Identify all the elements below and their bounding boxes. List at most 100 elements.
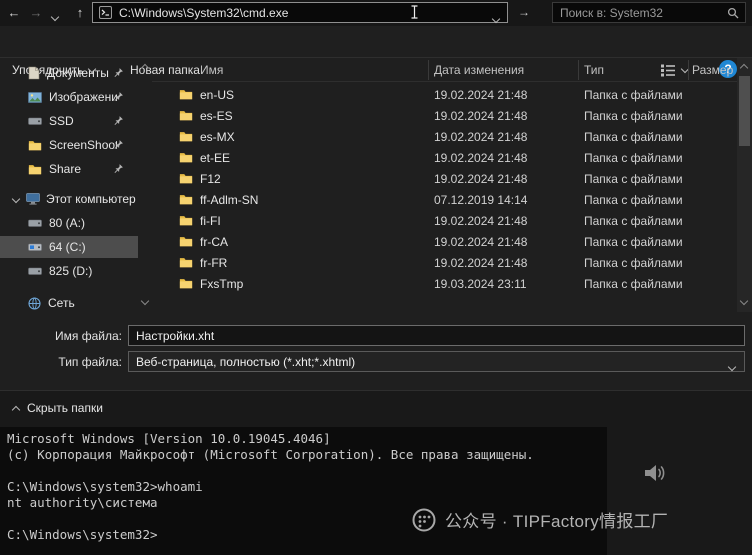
hide-folders-label: Скрыть папки [27, 401, 103, 415]
table-row[interactable]: et-EE 19.02.2024 21:48 Папка с файлами [152, 147, 737, 168]
expand-chevron-icon[interactable] [11, 194, 21, 204]
drive-icon [28, 115, 42, 127]
hide-folders-button[interactable]: Скрыть папки [11, 401, 103, 415]
column-header-date[interactable]: Дата изменения [434, 63, 524, 77]
sidebar-item-label: Сеть [48, 296, 75, 310]
folder-icon [179, 151, 193, 166]
pin-icon [113, 115, 124, 129]
dialog-toolbar: Упорядочить Новая папка ? [0, 26, 752, 78]
column-header-name[interactable]: Имя [200, 63, 223, 77]
file-date: 19.02.2024 21:48 [434, 108, 528, 123]
filename-value: Настройки.xht [136, 328, 215, 343]
table-row[interactable]: fr-FR 19.02.2024 21:48 Папка с файлами [152, 252, 737, 273]
sidebar-scrollbar[interactable] [140, 58, 151, 312]
file-date: 19.02.2024 21:48 [434, 87, 528, 102]
table-row[interactable]: en-US 19.02.2024 21:48 Папка с файлами [152, 84, 737, 105]
file-name: F12 [200, 171, 221, 186]
table-row[interactable]: es-ES 19.02.2024 21:48 Папка с файлами [152, 105, 737, 126]
network-icon [28, 296, 41, 310]
scroll-down-icon[interactable] [739, 296, 749, 306]
file-name: fr-FR [200, 255, 228, 270]
file-name: es-ES [200, 108, 233, 123]
pin-icon [113, 163, 124, 177]
file-date: 07.12.2019 14:14 [434, 192, 528, 207]
file-type: Папка с файлами [584, 213, 683, 228]
watermark: 公众号 · TIPFactory情报工厂 [412, 507, 668, 532]
search-box[interactable]: Поиск в: System32 [552, 2, 746, 23]
file-name: et-EE [200, 150, 231, 165]
table-row[interactable]: fi-FI 19.02.2024 21:48 Папка с файлами [152, 210, 737, 231]
sidebar-item-screenshoots[interactable]: ScreenShoots [0, 134, 138, 156]
scroll-up-icon[interactable] [140, 63, 150, 73]
folder-icon [179, 193, 193, 208]
file-type: Папка с файлами [584, 192, 683, 207]
table-row[interactable]: F12 19.02.2024 21:48 Папка с файлами [152, 168, 737, 189]
up-button[interactable]: ↑ [70, 2, 90, 23]
file-type: Папка с файлами [584, 108, 683, 123]
back-button[interactable]: ← [4, 2, 24, 23]
filetype-select[interactable]: Веб-страница, полностью (*.xht;*.xhtml) [128, 351, 745, 372]
console-line: C:\Windows\system32>whoami [7, 479, 203, 494]
sidebar-item-ssd[interactable]: SSD [0, 110, 138, 132]
file-type: Папка с файлами [584, 255, 683, 270]
filename-input[interactable]: Настройки.xht [128, 325, 745, 346]
folder-icon [28, 139, 42, 151]
dialog-footer: Скрыть папки Сохранить Отмена [0, 390, 752, 427]
chevron-up-icon [11, 405, 21, 414]
file-date: 19.02.2024 21:48 [434, 234, 528, 249]
column-divider[interactable] [578, 60, 579, 80]
filelist-scrollbar[interactable] [737, 58, 752, 312]
column-headers: Имя Дата изменения Тип Размер [152, 58, 737, 82]
column-divider[interactable] [428, 60, 429, 80]
address-bar[interactable]: C:\Windows\System32\cmd.exe [92, 2, 508, 25]
column-header-size[interactable]: Размер [692, 63, 734, 77]
table-row[interactable]: FxsTmp 19.03.2024 23:11 Папка с файлами [152, 273, 737, 294]
sidebar-item-network[interactable]: Сеть [0, 292, 138, 314]
picture-icon [28, 91, 42, 103]
recent-locations-chevron-icon[interactable] [50, 9, 60, 23]
file-type: Папка с файлами [584, 234, 683, 249]
cmd-icon [99, 6, 112, 19]
sidebar-item-label: ScreenShoots [49, 138, 117, 152]
file-name: fr-CA [200, 234, 228, 249]
sidebar-item-drive-c[interactable]: 64 (C:) [0, 236, 138, 258]
scrollbar-thumb[interactable] [739, 76, 750, 146]
sidebar-item-drive-a[interactable]: 80 (A:) [0, 212, 138, 234]
file-type: Папка с файлами [584, 129, 683, 144]
file-name: es-MX [200, 129, 235, 144]
go-to-button[interactable]: → [512, 2, 536, 23]
pin-icon [113, 91, 124, 105]
column-divider[interactable] [688, 60, 689, 80]
sidebar-item-label: Документы [47, 66, 109, 80]
table-row[interactable]: fr-CA 19.02.2024 21:48 Папка с файлами [152, 231, 737, 252]
column-header-type[interactable]: Тип [584, 63, 604, 77]
folder-icon [179, 109, 193, 124]
sidebar-item-this-pc[interactable]: Этот компьютер [0, 188, 138, 210]
sidebar-item-drive-d[interactable]: 825 (D:) [0, 260, 138, 282]
file-type: Папка с файлами [584, 87, 683, 102]
table-row[interactable]: ff-Adlm-SN 07.12.2019 14:14 Папка с файл… [152, 189, 737, 210]
sidebar-item-share[interactable]: Share [0, 158, 138, 180]
folder-icon [179, 214, 193, 229]
sidebar-item-label: 825 (D:) [49, 264, 93, 278]
sidebar-item-pictures[interactable]: Изображения [0, 86, 138, 108]
file-name: en-US [200, 87, 235, 102]
search-icon[interactable] [727, 7, 739, 19]
file-type: Папка с файлами [584, 150, 683, 165]
forward-button[interactable]: → [26, 2, 46, 23]
scroll-up-icon[interactable] [739, 63, 749, 73]
folder-icon [179, 235, 193, 250]
computer-icon [26, 193, 40, 205]
file-name: FxsTmp [200, 276, 244, 291]
scroll-down-icon[interactable] [140, 296, 150, 306]
drive-icon [28, 241, 42, 253]
text-cursor [411, 5, 418, 19]
sidebar-item-documents[interactable]: Документы [0, 62, 138, 84]
folder-icon [28, 163, 42, 175]
address-dropdown-chevron-icon[interactable] [491, 11, 501, 25]
table-row[interactable]: es-MX 19.02.2024 21:48 Папка с файлами [152, 126, 737, 147]
speaker-icon [640, 459, 668, 487]
document-icon [28, 66, 40, 80]
file-date: 19.02.2024 21:48 [434, 255, 528, 270]
cmd-console[interactable]: Microsoft Windows [Version 10.0.19045.40… [0, 427, 752, 555]
